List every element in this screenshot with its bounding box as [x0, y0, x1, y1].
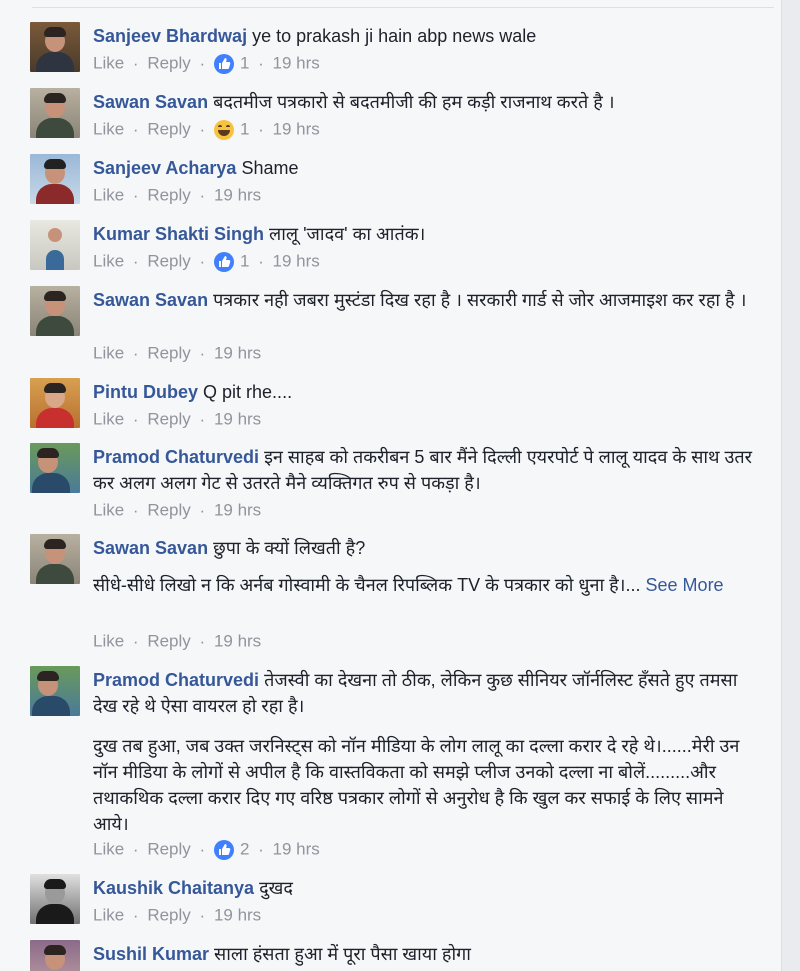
timestamp[interactable]: 19 hrs — [273, 252, 320, 271]
comment-text: Q pit rhe.... — [203, 382, 293, 402]
avatar[interactable] — [30, 940, 80, 971]
comment-author[interactable]: Sanjeev Bhardwaj — [93, 26, 247, 46]
comment-author[interactable]: Kumar Shakti Singh — [93, 224, 264, 244]
reply-link[interactable]: Reply — [147, 410, 190, 429]
like-link[interactable]: Like — [93, 252, 124, 271]
comment-author[interactable]: Sawan Savan — [93, 538, 208, 558]
like-link[interactable]: Like — [93, 186, 124, 205]
comment-actions: Like · Reply · 1 · 19 hrs — [93, 53, 320, 74]
avatar[interactable] — [30, 88, 80, 138]
comment-author[interactable]: Sawan Savan — [93, 92, 208, 112]
timestamp[interactable]: 19 hrs — [273, 54, 320, 73]
comment-actions: Like · Reply · 1 · 19 hrs — [93, 119, 320, 140]
like-icon[interactable] — [213, 251, 234, 272]
reply-link[interactable]: Reply — [147, 252, 190, 271]
comment-actions: Like · Reply · 19 hrs — [93, 343, 262, 363]
avatar[interactable] — [30, 534, 80, 584]
divider — [32, 7, 774, 8]
timestamp[interactable]: 19 hrs — [273, 120, 320, 139]
like-icon[interactable] — [213, 53, 234, 74]
comment-author[interactable]: Pintu Dubey — [93, 382, 198, 402]
comment-text: पत्रकार नही जबरा मुस्टंडा दिख रहा है । स… — [213, 290, 747, 310]
reply-link[interactable]: Reply — [147, 54, 190, 73]
comment-author[interactable]: Sushil Kumar — [93, 944, 209, 964]
like-link[interactable]: Like — [93, 120, 124, 139]
like-link[interactable]: Like — [93, 501, 124, 520]
avatar[interactable] — [30, 286, 80, 336]
like-link[interactable]: Like — [93, 344, 124, 363]
reply-link[interactable]: Reply — [147, 120, 190, 139]
timestamp[interactable]: 19 hrs — [214, 906, 261, 925]
comment-actions: Like · Reply · 19 hrs — [93, 185, 262, 205]
haha-icon[interactable] — [213, 119, 234, 140]
timestamp[interactable]: 19 hrs — [214, 186, 261, 205]
comment-actions: Like · Reply · 19 hrs — [93, 631, 262, 651]
comment-actions: Like · Reply · 19 hrs — [93, 905, 262, 925]
comment-author[interactable]: Sanjeev Acharya — [93, 158, 236, 178]
comment-author[interactable]: Pramod Chaturvedi — [93, 447, 259, 467]
comment-text: लालू 'जादव' का आतंक। — [269, 224, 426, 244]
reaction-count[interactable]: 2 — [240, 840, 249, 859]
avatar[interactable] — [30, 154, 80, 204]
timestamp[interactable]: 19 hrs — [214, 410, 261, 429]
reply-link[interactable]: Reply — [147, 632, 190, 651]
timestamp[interactable]: 19 hrs — [214, 344, 261, 363]
avatar[interactable] — [30, 874, 80, 924]
avatar[interactable] — [30, 220, 80, 270]
see-more-link[interactable]: See More — [646, 575, 724, 595]
comment-text: दुखद — [259, 878, 293, 898]
timestamp[interactable]: 19 hrs — [214, 632, 261, 651]
avatar[interactable] — [30, 666, 80, 716]
comment-author[interactable]: Pramod Chaturvedi — [93, 670, 259, 690]
comment-author[interactable]: Sawan Savan — [93, 290, 208, 310]
comments-feed: Sanjeev Bhardwaj ye to prakash ji hain a… — [0, 0, 782, 971]
comment-actions: Like · Reply · 19 hrs — [93, 409, 262, 429]
comment-text: Shame — [241, 158, 299, 178]
comment-text: सीधे-सीधे लिखो न कि अर्नब गोस्वामी के चै… — [93, 575, 641, 595]
comment-text: साला हंसता हुआ में पूरा पैसा खाया होगा — [214, 944, 471, 964]
comment-text: ye to prakash ji hain abp news wale — [252, 26, 537, 46]
comment-text: छुपा के क्यों लिखती है? — [213, 538, 366, 558]
comment-text: बदतमीज पत्रकारो से बदतमीजी की हम कड़ी रा… — [213, 92, 615, 112]
like-link[interactable]: Like — [93, 906, 124, 925]
reply-link[interactable]: Reply — [147, 186, 190, 205]
reply-link[interactable]: Reply — [147, 840, 190, 859]
reply-link[interactable]: Reply — [147, 906, 190, 925]
like-link[interactable]: Like — [93, 632, 124, 651]
like-icon[interactable] — [213, 839, 234, 860]
like-link[interactable]: Like — [93, 54, 124, 73]
comment-text: दुख तब हुआ, जब उक्त जरनिस्ट्स को नॉन मीड… — [93, 736, 740, 834]
reaction-count[interactable]: 1 — [240, 54, 249, 73]
like-link[interactable]: Like — [93, 410, 124, 429]
avatar[interactable] — [30, 378, 80, 428]
comment-actions: Like · Reply · 2 · 19 hrs — [93, 839, 320, 860]
reply-link[interactable]: Reply — [147, 344, 190, 363]
reaction-count[interactable]: 1 — [240, 252, 249, 271]
timestamp[interactable]: 19 hrs — [214, 501, 261, 520]
comment-author[interactable]: Kaushik Chaitanya — [93, 878, 254, 898]
avatar[interactable] — [30, 443, 80, 493]
comment-actions: Like · Reply · 19 hrs — [93, 500, 262, 520]
avatar[interactable] — [30, 22, 80, 72]
like-link[interactable]: Like — [93, 840, 124, 859]
timestamp[interactable]: 19 hrs — [273, 840, 320, 859]
reply-link[interactable]: Reply — [147, 501, 190, 520]
reaction-count[interactable]: 1 — [240, 120, 249, 139]
comment-actions: Like · Reply · 1 · 19 hrs — [93, 251, 320, 272]
